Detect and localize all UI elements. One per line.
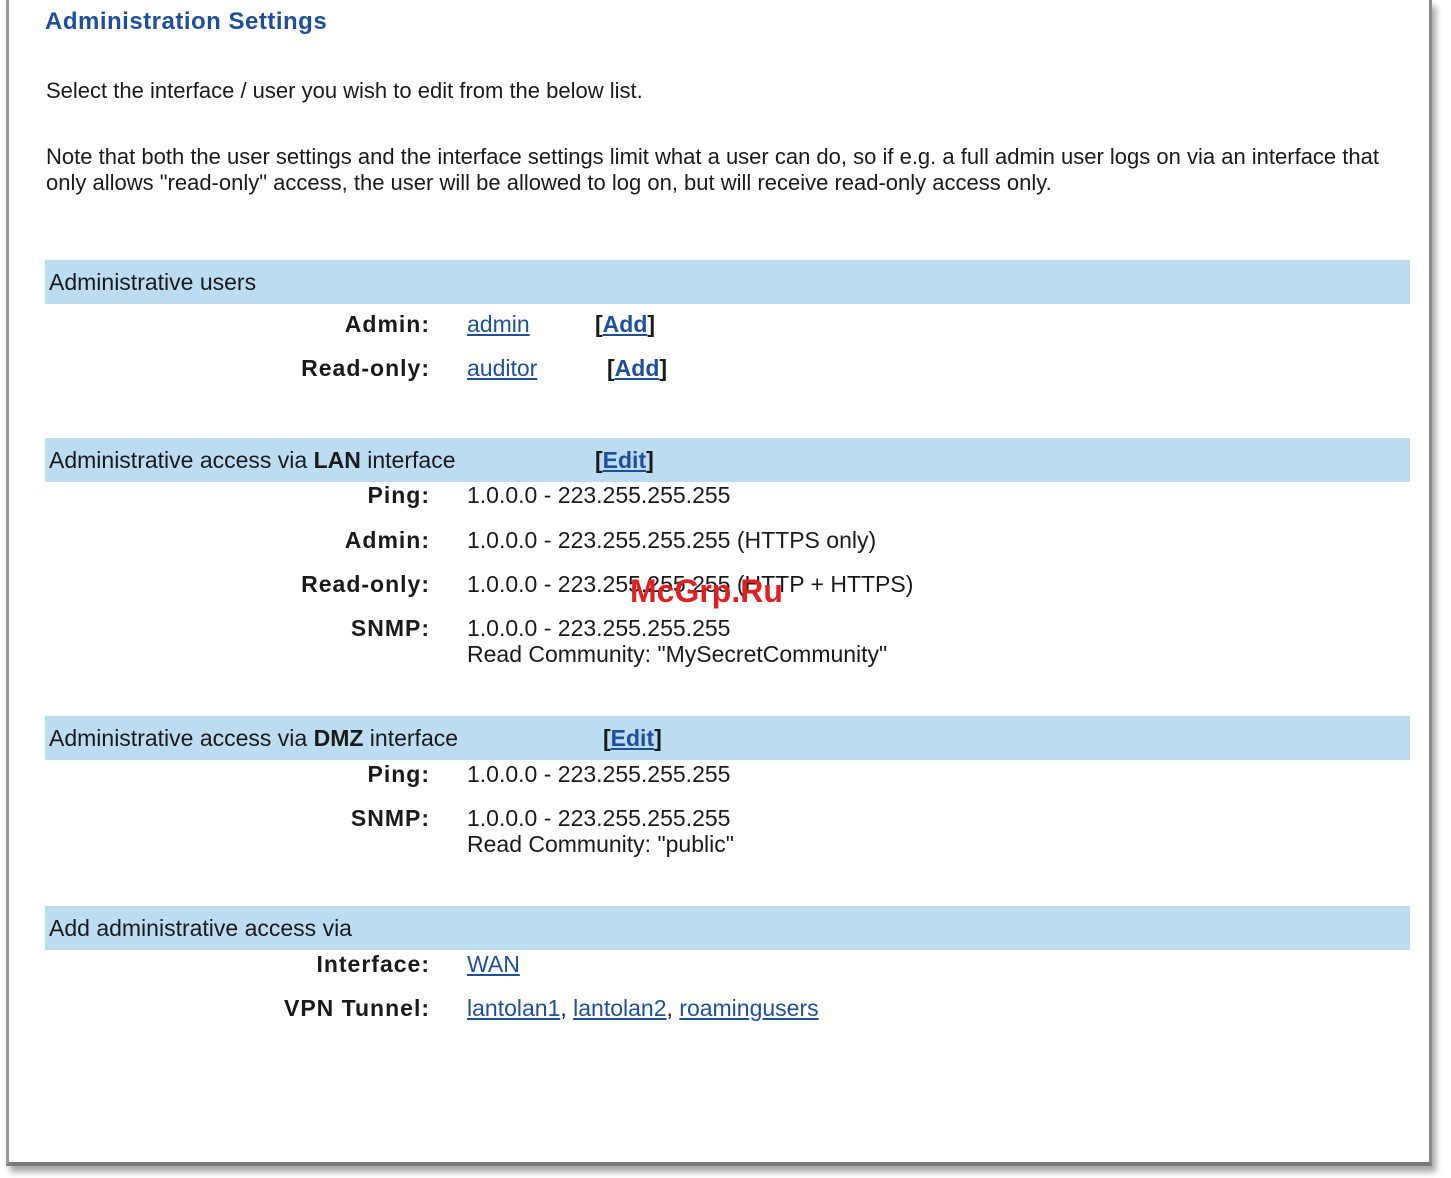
dmz-ping-row: Ping: 1.0.0.0 - 223.255.255.255 <box>45 761 1410 801</box>
dmz-access-header: Administrative access via DMZ interface … <box>45 716 1410 760</box>
lan-ping-row: Ping: 1.0.0.0 - 223.255.255.255 <box>45 482 1410 522</box>
lan-ping-value: 1.0.0.0 - 223.255.255.255 <box>467 482 731 508</box>
dmz-header-post: interface <box>363 725 459 751</box>
intro-text: Select the interface / user you wish to … <box>46 78 643 103</box>
lan-access-header: Administrative access via LAN interface … <box>45 438 1410 482</box>
dmz-access-title: Administrative access via DMZ interface <box>49 716 458 760</box>
readonly-add-button[interactable]: [Add] <box>607 355 667 382</box>
dmz-header-pre: Administrative access via <box>49 725 314 751</box>
lan-readonly-label: Read-only: <box>301 571 430 597</box>
lan-admin-label: Admin: <box>344 527 430 553</box>
admin-add-button[interactable]: [Add] <box>595 311 655 338</box>
dmz-header-bold: DMZ <box>313 725 364 751</box>
admin-add-link[interactable]: Add <box>603 311 648 337</box>
admin-users-title: Administrative users <box>49 269 257 295</box>
readonly-label: Read-only: <box>301 355 430 381</box>
lan-header-post: interface <box>360 447 456 473</box>
dmz-snmp-value: 1.0.0.0 - 223.255.255.255 <box>467 805 731 831</box>
add-interface-row: Interface: WAN <box>45 951 1410 991</box>
lan-snmp-label: SNMP: <box>350 615 430 641</box>
admin-label: Admin: <box>344 311 430 337</box>
lan-edit-link[interactable]: Edit <box>603 447 646 473</box>
lan-header-pre: Administrative access via <box>49 447 314 473</box>
watermark-text: McGrp.Ru <box>630 573 783 609</box>
vpn-separator: , <box>560 995 574 1021</box>
lan-admin-value: 1.0.0.0 - 223.255.255.255 (HTTPS only) <box>467 527 877 553</box>
vpn-separator: , <box>666 995 680 1021</box>
lan-snmp-community: Read Community: "MySecretCommunity" <box>467 641 888 667</box>
interface-label: Interface: <box>316 951 430 977</box>
dmz-snmp-row: SNMP: 1.0.0.0 - 223.255.255.255 Read Com… <box>45 805 1410 865</box>
vpn-link-roamingusers[interactable]: roamingusers <box>679 995 818 1021</box>
vpn-links: lantolan1, lantolan2, roamingusers <box>467 995 819 1022</box>
lan-access-title: Administrative access via LAN interface <box>49 438 455 482</box>
admin-user-link[interactable]: admin <box>467 311 530 338</box>
admin-user-row: Admin: admin [Add] <box>45 311 1410 351</box>
dmz-edit-button[interactable]: [Edit] <box>603 716 662 760</box>
lan-snmp-value: 1.0.0.0 - 223.255.255.255 <box>467 615 731 641</box>
readonly-user-row: Read-only: auditor [Add] <box>45 355 1410 395</box>
dmz-ping-label: Ping: <box>367 761 430 787</box>
lan-ping-label: Ping: <box>367 482 430 508</box>
page-title: Administration Settings <box>45 8 328 35</box>
auditor-user-link[interactable]: auditor <box>467 355 537 382</box>
vpn-link-lantolan2[interactable]: lantolan2 <box>573 995 666 1021</box>
vpn-link-lantolan1[interactable]: lantolan1 <box>467 995 560 1021</box>
dmz-ping-value: 1.0.0.0 - 223.255.255.255 <box>467 761 731 787</box>
add-access-header: Add administrative access via <box>45 906 1410 950</box>
lan-edit-button[interactable]: [Edit] <box>595 438 654 482</box>
dmz-snmp-label: SNMP: <box>350 805 430 831</box>
readonly-add-link[interactable]: Add <box>615 355 660 381</box>
add-access-title: Add administrative access via <box>49 915 352 941</box>
dmz-snmp-community: Read Community: "public" <box>467 831 734 857</box>
note-text: Note that both the user settings and the… <box>46 144 1379 195</box>
add-vpn-row: VPN Tunnel: lantolan1, lantolan2, roamin… <box>45 995 1410 1035</box>
vpn-tunnel-label: VPN Tunnel: <box>283 995 430 1021</box>
dmz-edit-link[interactable]: Edit <box>611 725 654 751</box>
lan-admin-row: Admin: 1.0.0.0 - 223.255.255.255 (HTTPS … <box>45 527 1410 567</box>
lan-header-bold: LAN <box>313 447 361 473</box>
lan-snmp-row: SNMP: 1.0.0.0 - 223.255.255.255 Read Com… <box>45 615 1410 675</box>
wan-link[interactable]: WAN <box>467 951 520 978</box>
admin-users-header: Administrative users <box>45 260 1410 304</box>
